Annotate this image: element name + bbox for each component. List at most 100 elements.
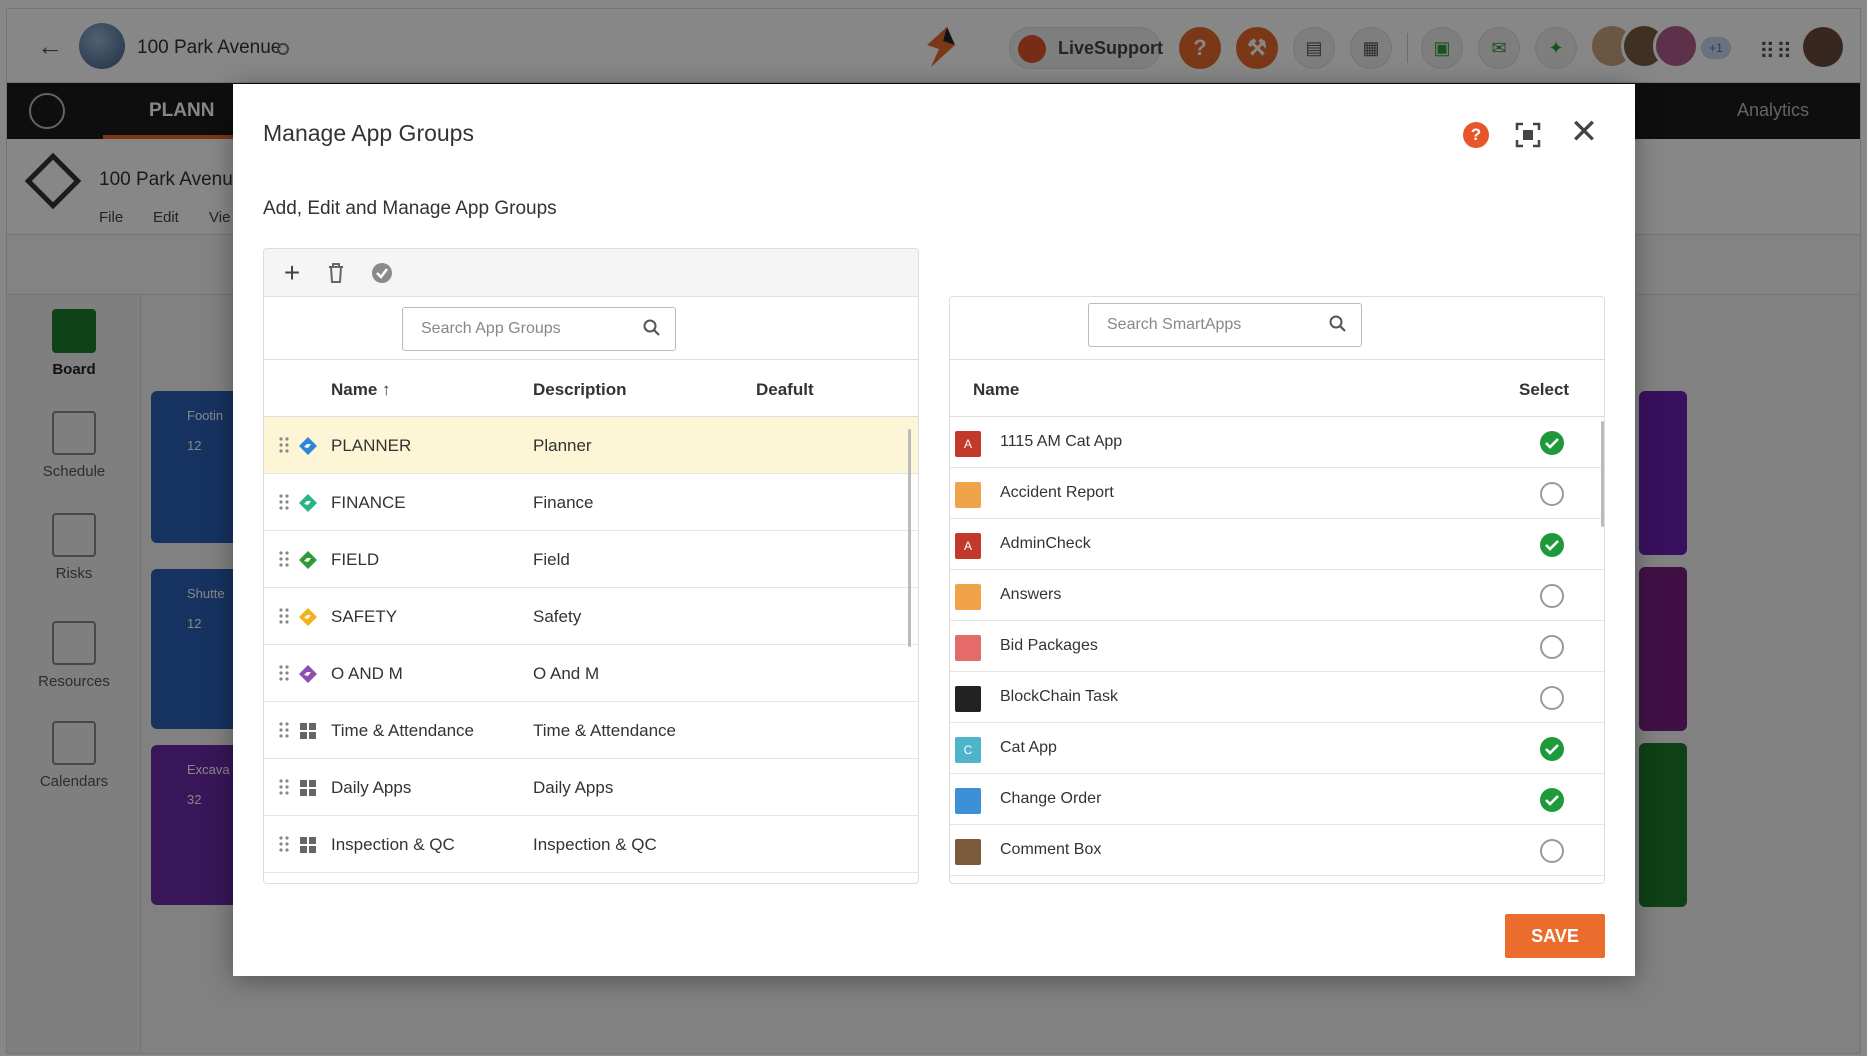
check-circle-icon[interactable] (1540, 431, 1564, 455)
scrollbar[interactable] (1601, 421, 1604, 527)
check-circle-icon[interactable] (1540, 533, 1564, 557)
empty-circle-icon[interactable] (1540, 839, 1564, 863)
smartapps-panel: Search SmartApps Name Select A 1115 AM C… (949, 296, 1605, 884)
app-group-icon (299, 494, 317, 512)
smartapp-row[interactable]: Bid Packages (950, 621, 1604, 672)
smartapp-row[interactable]: BlockChain Task (950, 672, 1604, 723)
dialog-subtitle: Add, Edit and Manage App Groups (263, 198, 557, 219)
app-group-icon (299, 608, 317, 626)
smartapp-row[interactable]: Accident Report (950, 468, 1604, 519)
smartapps-table-header: Name Select (950, 359, 1604, 417)
app-group-name: FIELD (331, 550, 380, 569)
app-group-row[interactable]: O AND M O And M (264, 645, 918, 702)
save-button[interactable]: SAVE (1505, 914, 1605, 958)
smartapp-name: Change Order (1000, 790, 1102, 807)
check-circle-icon[interactable] (1540, 737, 1564, 761)
smartapp-icon (955, 635, 981, 661)
app-group-row[interactable]: FINANCE Finance (264, 474, 918, 531)
smartapp-icon (955, 482, 981, 508)
drag-handle-icon[interactable] (278, 550, 290, 568)
grid-icon (300, 837, 316, 853)
smartapp-name: Bid Packages (1000, 637, 1098, 654)
smartapp-row[interactable]: Change Order (950, 774, 1604, 825)
drag-handle-icon[interactable] (278, 436, 290, 454)
smartapp-row[interactable]: C Cat App (950, 723, 1604, 774)
column-name[interactable]: Name (331, 380, 377, 400)
manage-app-groups-dialog: Manage App Groups ? ✕ Add, Edit and Mana… (233, 84, 1635, 976)
app-group-description: Time & Attendance (533, 721, 677, 740)
empty-circle-icon[interactable] (1540, 482, 1564, 506)
search-icon (643, 319, 660, 336)
smartapp-icon: C (955, 737, 981, 763)
app-group-description: Planner (533, 436, 592, 455)
app-group-name: PLANNER (331, 436, 412, 455)
drag-handle-icon[interactable] (278, 721, 290, 739)
search-placeholder: Search SmartApps (1107, 316, 1242, 333)
app-group-row[interactable]: PLANNER Planner (264, 417, 918, 474)
column-description: Description (533, 380, 627, 399)
app-group-name: FINANCE (331, 493, 406, 512)
app-group-row[interactable]: SAFETY Safety (264, 588, 918, 645)
app-group-row[interactable]: Inspection & QC Inspection & QC (264, 816, 918, 873)
add-icon[interactable]: + (278, 259, 306, 287)
search-icon (1329, 315, 1346, 332)
smartapp-row[interactable]: A 1115 AM Cat App (950, 417, 1604, 468)
app-groups-panel: + Search App Groups Name ↑ Description D… (263, 248, 919, 884)
app-group-name: Daily Apps (331, 778, 412, 797)
app-group-row[interactable]: Time & Attendance Time & Attendance (264, 702, 918, 759)
smartapp-name: Cat App (1000, 739, 1057, 756)
app-group-name: Time & Attendance (331, 721, 475, 740)
app-group-description: Daily Apps (533, 778, 614, 797)
drag-handle-icon[interactable] (278, 493, 290, 511)
expand-icon[interactable] (1515, 122, 1541, 148)
app-group-description: Field (533, 550, 570, 569)
sort-arrow-icon[interactable]: ↑ (382, 380, 391, 400)
smartapp-name: Comment Box (1000, 841, 1102, 858)
smartapp-row[interactable]: A AdminCheck (950, 519, 1604, 570)
empty-circle-icon[interactable] (1540, 635, 1564, 659)
search-app-groups-input[interactable]: Search App Groups (402, 307, 676, 351)
drag-handle-icon[interactable] (278, 778, 290, 796)
app-group-icon (299, 551, 317, 569)
empty-circle-icon[interactable] (1540, 584, 1564, 608)
app-group-name: Inspection & QC (331, 835, 455, 854)
smartapp-icon (955, 584, 981, 610)
app-group-name: SAFETY (331, 607, 398, 626)
drag-handle-icon[interactable] (278, 607, 290, 625)
smartapp-icon (955, 839, 981, 865)
delete-icon[interactable] (324, 261, 348, 285)
check-circle-icon[interactable] (1540, 788, 1564, 812)
app-group-row[interactable]: Daily Apps Daily Apps (264, 759, 918, 816)
dialog-title: Manage App Groups (263, 120, 474, 146)
smartapp-name: BlockChain Task (1000, 688, 1118, 705)
app-groups-toolbar: + (264, 249, 918, 297)
close-icon[interactable]: ✕ (1569, 115, 1599, 149)
smartapp-icon: A (955, 533, 981, 559)
smartapp-row[interactable]: Comment Box (950, 825, 1604, 876)
app-group-name: O AND M (331, 664, 403, 683)
smartapp-row[interactable]: Answers (950, 570, 1604, 621)
app-group-description: Safety (533, 607, 582, 626)
smartapp-icon (955, 788, 981, 814)
scrollbar[interactable] (908, 429, 911, 647)
smartapp-name: AdminCheck (1000, 535, 1091, 552)
search-placeholder: Search App Groups (421, 320, 561, 337)
smartapp-name: Answers (1000, 586, 1062, 603)
app-group-icon (299, 437, 317, 455)
smartapp-icon (955, 686, 981, 712)
search-smartapps-input[interactable]: Search SmartApps (1088, 303, 1362, 347)
column-default: Deafult (756, 380, 814, 399)
help-icon[interactable]: ? (1463, 122, 1489, 148)
column-name: Name (973, 380, 1020, 399)
set-default-icon[interactable] (370, 261, 394, 285)
app-group-description: O And M (533, 664, 600, 683)
app-group-row[interactable]: FIELD Field (264, 531, 918, 588)
smartapp-name: 1115 AM Cat App (1000, 433, 1123, 450)
drag-handle-icon[interactable] (278, 835, 290, 853)
drag-handle-icon[interactable] (278, 664, 290, 682)
app-group-description: Finance (533, 493, 594, 512)
column-select: Select (1519, 380, 1570, 399)
smartapp-icon: A (955, 431, 981, 457)
empty-circle-icon[interactable] (1540, 686, 1564, 710)
app-groups-table-header: Name ↑ Description Deafult (264, 359, 918, 417)
